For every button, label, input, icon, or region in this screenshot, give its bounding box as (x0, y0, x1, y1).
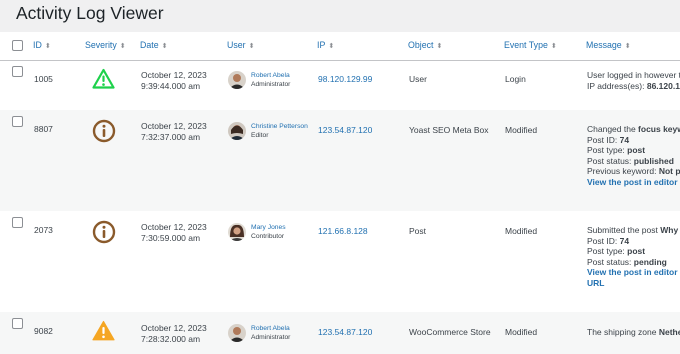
user-avatar (228, 223, 246, 241)
user-role: Editor (251, 132, 269, 139)
row-object: Yoast SEO Meta Box (409, 125, 489, 135)
view-post-link[interactable]: View the post in editor (587, 177, 678, 187)
row-message: The shipping zone Nethe (587, 327, 680, 337)
user-name-link[interactable]: Robert Abela (251, 72, 290, 79)
column-header-user-label: User (227, 40, 246, 50)
row-message: User logged in however t IP address(es): … (587, 70, 680, 91)
table-header: ID ⬍ Severity ⬍ Date ⬍ User ⬍ IP ⬍ Object ⬍ Ev… (0, 32, 680, 61)
column-header-date-label: Date (140, 40, 159, 50)
info-circle-icon (92, 119, 116, 143)
activity-log-table: ID ⬍ Severity ⬍ Date ⬍ User ⬍ IP ⬍ Object ⬍ Ev… (0, 32, 680, 354)
column-header-message[interactable]: Message ⬍ (586, 40, 631, 50)
warning-triangle-icon (92, 68, 115, 89)
sort-icon: ⬍ (44, 43, 51, 50)
sort-icon: ⬍ (436, 43, 443, 50)
column-header-event-type[interactable]: Event Type ⬍ (504, 40, 557, 50)
column-header-ip-label: IP (317, 40, 326, 50)
sort-icon: ⬍ (550, 43, 557, 50)
page-title: Activity Log Viewer (16, 3, 164, 23)
row-id: 9082 (34, 326, 53, 336)
row-date: October 12, 2023 7:28:32.000 am (141, 323, 207, 344)
row-event-type: Login (505, 74, 526, 84)
column-header-id[interactable]: ID ⬍ (33, 40, 51, 50)
column-header-message-label: Message (586, 40, 622, 50)
warning-triangle-icon (92, 320, 115, 341)
user-role: Administrator (251, 334, 291, 341)
user-avatar (228, 71, 246, 89)
row-user: Christine Petterson Editor (251, 122, 308, 140)
row-object: User (409, 74, 427, 84)
row-ip-link[interactable]: 98.120.129.99 (318, 74, 372, 85)
column-header-object[interactable]: Object ⬍ (408, 40, 442, 50)
column-header-severity-label: Severity (85, 40, 117, 50)
column-header-ip[interactable]: IP ⬍ (317, 40, 334, 50)
user-role: Contributor (251, 233, 285, 240)
table-row: 8807 October 12, 2023 7:32:37.000 am Chri… (0, 110, 680, 211)
user-name-link[interactable]: Robert Abela (251, 325, 290, 332)
sort-icon: ⬍ (161, 43, 168, 50)
select-all-checkbox[interactable] (12, 40, 23, 51)
row-message: Changed the focus keyw Post ID: 74 Post ty… (587, 124, 680, 187)
user-avatar (228, 324, 246, 342)
row-date: October 12, 2023 7:32:37.000 am (141, 121, 207, 142)
sort-icon: ⬍ (624, 43, 631, 50)
table-row: 2073 October 12, 2023 7:30:59.000 am Mary… (0, 211, 680, 312)
column-header-user[interactable]: User ⬍ (227, 40, 254, 50)
row-date: October 12, 2023 7:30:59.000 am (141, 222, 207, 243)
user-avatar (228, 122, 246, 140)
row-object: Post (409, 226, 427, 236)
view-post-link[interactable]: View the post in editor (587, 267, 678, 277)
row-checkbox[interactable] (12, 318, 23, 329)
column-header-object-label: Object (408, 40, 434, 50)
url-link[interactable]: URL (587, 278, 604, 288)
info-circle-icon (92, 220, 116, 244)
row-user: Robert Abela Administrator (251, 324, 290, 342)
row-user: Robert Abela Administrator (251, 71, 290, 89)
row-event-type: Modified (505, 226, 538, 236)
user-role: Administrator (251, 81, 291, 88)
row-checkbox[interactable] (12, 116, 23, 127)
row-object: WooCommerce Store (409, 327, 491, 337)
sort-icon: ⬍ (328, 43, 335, 50)
row-ip-link[interactable]: 123.54.87.120 (318, 125, 372, 136)
row-checkbox[interactable] (12, 66, 23, 77)
sort-icon: ⬍ (248, 43, 255, 50)
column-header-id-label: ID (33, 40, 42, 50)
row-id: 1005 (34, 74, 53, 84)
row-user: Mary Jones Contributor (251, 223, 286, 241)
row-event-type: Modified (505, 125, 538, 135)
column-header-date[interactable]: Date ⬍ (140, 40, 167, 50)
row-date: October 12, 2023 9:39:44.000 am (141, 70, 207, 91)
user-name-link[interactable]: Mary Jones (251, 224, 286, 231)
row-ip-link[interactable]: 123.54.87.120 (318, 327, 372, 338)
column-header-event-type-label: Event Type (504, 40, 548, 50)
column-header-severity[interactable]: Severity ⬍ (85, 40, 126, 50)
row-checkbox[interactable] (12, 217, 23, 228)
table-row: 9082 October 12, 2023 7:28:32.000 am Robe… (0, 312, 680, 354)
row-id: 8807 (34, 124, 53, 134)
user-name-link[interactable]: Christine Petterson (251, 123, 308, 130)
row-ip-link[interactable]: 121.66.8.128 (318, 226, 368, 237)
sort-icon: ⬍ (119, 43, 126, 50)
row-id: 2073 (34, 225, 53, 235)
row-message: Submitted the post Why Post ID: 74 Post ty… (587, 225, 679, 288)
row-event-type: Modified (505, 327, 538, 337)
